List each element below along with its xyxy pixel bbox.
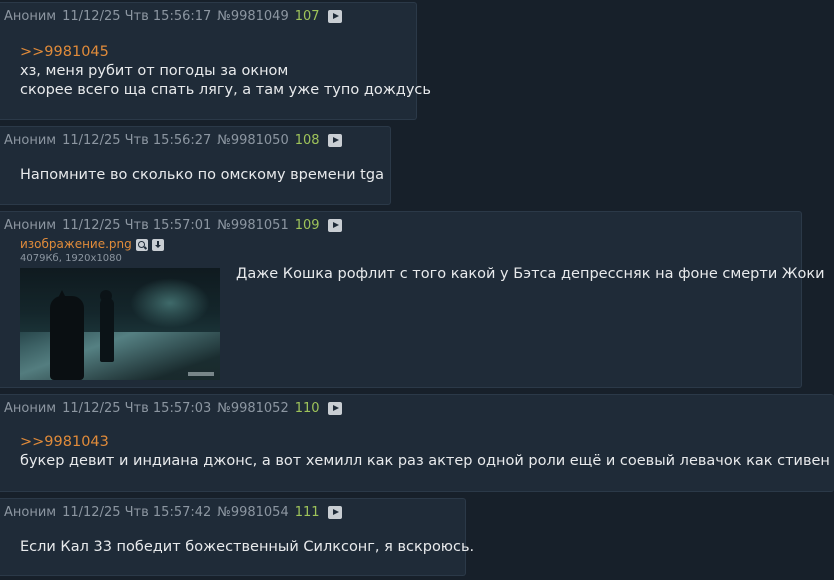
post-number: 111 bbox=[294, 505, 320, 520]
post-text-line: Даже Кошка рофлит с того какой у Бэтса д… bbox=[236, 266, 825, 282]
post-body: >>9981045 хз, меня рубит от погоды за ок… bbox=[20, 43, 431, 100]
post-date: 11/12/25 Чтв 15:56:17 bbox=[62, 9, 212, 24]
post-header: Аноним 11/12/25 Чтв 15:57:03 №9981052 11… bbox=[4, 401, 342, 416]
play-icon[interactable] bbox=[327, 402, 342, 415]
thumbnail-figure-batman bbox=[50, 296, 84, 380]
post: Аноним 11/12/25 Чтв 15:57:01 №9981051 10… bbox=[0, 211, 825, 388]
play-icon[interactable] bbox=[327, 10, 342, 23]
attachment-name-row: изображение.png bbox=[20, 237, 220, 252]
attachment-thumbnail[interactable] bbox=[20, 268, 220, 380]
post-id-link[interactable]: №9981051 bbox=[217, 218, 288, 233]
post: Аноним 11/12/25 Чтв 15:56:27 №9981050 10… bbox=[0, 126, 391, 205]
post-id-link[interactable]: №9981050 bbox=[217, 133, 288, 148]
post-text-line: скорее всего ща спать лягу, а там уже ту… bbox=[20, 82, 431, 98]
play-icon[interactable] bbox=[327, 134, 342, 147]
post: Аноним 11/12/25 Чтв 15:57:42 №9981054 11… bbox=[0, 498, 474, 576]
post-header: Аноним 11/12/25 Чтв 15:57:42 №9981054 11… bbox=[4, 505, 342, 520]
post-author: Аноним bbox=[4, 505, 57, 520]
post-date: 11/12/25 Чтв 15:57:01 bbox=[62, 218, 212, 233]
post-date: 11/12/25 Чтв 15:57:03 bbox=[62, 401, 212, 416]
thumbnail-figure-catwoman bbox=[100, 298, 114, 362]
search-icon[interactable] bbox=[135, 238, 148, 251]
post-body: Напомните во сколько по омскому времени … bbox=[20, 166, 384, 185]
post-date: 11/12/25 Чтв 15:57:42 bbox=[62, 505, 212, 520]
post-id-link[interactable]: №9981052 bbox=[217, 401, 288, 416]
reply-link[interactable]: >>9981045 bbox=[20, 43, 431, 62]
reply-link[interactable]: >>9981043 bbox=[20, 433, 834, 452]
post-header: Аноним 11/12/25 Чтв 15:56:27 №9981050 10… bbox=[4, 133, 342, 148]
post-number: 108 bbox=[294, 133, 320, 148]
thumbnail-hud bbox=[188, 372, 214, 376]
thread: Аноним 11/12/25 Чтв 15:56:17 №9981049 10… bbox=[0, 0, 834, 580]
attachment-filename[interactable]: изображение.png bbox=[20, 237, 132, 252]
post-header: Аноним 11/12/25 Чтв 15:57:01 №9981051 10… bbox=[4, 218, 342, 233]
thumbnail-glow bbox=[130, 278, 210, 328]
post-author: Аноним bbox=[4, 218, 57, 233]
attachment: изображение.png 4079Кб, 1920x1080 bbox=[20, 237, 220, 380]
post-header: Аноним 11/12/25 Чтв 15:56:17 №9981049 10… bbox=[4, 9, 342, 24]
post: Аноним 11/12/25 Чтв 15:56:17 №9981049 10… bbox=[0, 2, 431, 120]
attachment-meta: 4079Кб, 1920x1080 bbox=[20, 253, 122, 264]
post-id-link[interactable]: №9981054 bbox=[217, 505, 288, 520]
post-date: 11/12/25 Чтв 15:56:27 bbox=[62, 133, 212, 148]
post-id-link[interactable]: №9981049 bbox=[217, 9, 288, 24]
play-icon[interactable] bbox=[327, 506, 342, 519]
post-number: 107 bbox=[294, 9, 320, 24]
post-author: Аноним bbox=[4, 133, 57, 148]
post-text-line: Напомните во сколько по омскому времени … bbox=[20, 167, 384, 183]
play-icon[interactable] bbox=[327, 219, 342, 232]
post-body: >>9981043 букер девит и индиана джонс, а… bbox=[20, 433, 834, 471]
post-number: 110 bbox=[294, 401, 320, 416]
post-text-line: Если Кал 33 победит божественный Силксон… bbox=[20, 539, 475, 555]
post-text-line: хз, меня рубит от погоды за окном bbox=[20, 63, 289, 79]
post-number: 109 bbox=[294, 218, 320, 233]
post: Аноним 11/12/25 Чтв 15:57:03 №9981052 11… bbox=[0, 394, 834, 492]
post-text-line: букер девит и индиана джонс, а вот хемил… bbox=[20, 453, 834, 469]
thumbnail-figure-ear bbox=[58, 290, 66, 298]
post-body: Если Кал 33 победит божественный Силксон… bbox=[20, 538, 474, 557]
download-icon[interactable] bbox=[151, 238, 164, 251]
post-author: Аноним bbox=[4, 401, 57, 416]
post-author: Аноним bbox=[4, 9, 57, 24]
